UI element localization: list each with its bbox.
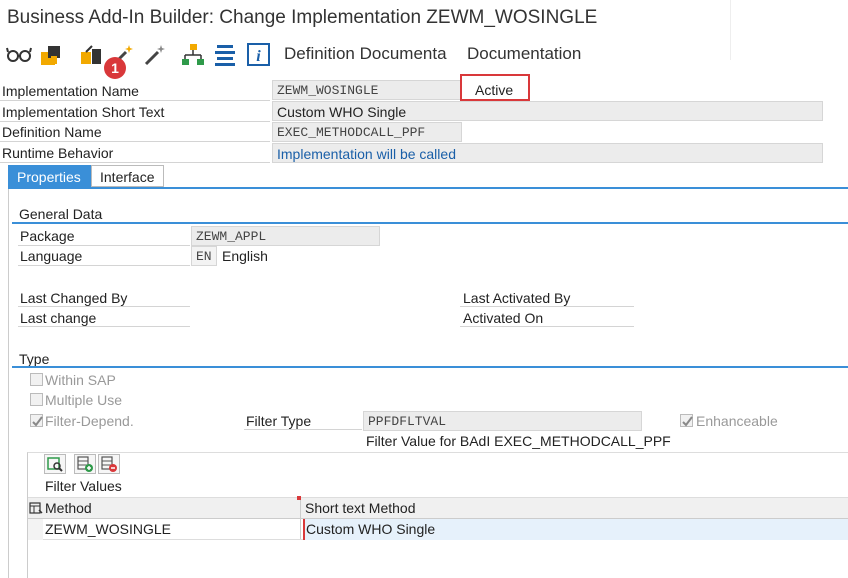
short-text-field[interactable]: Custom WHO Single <box>272 101 823 121</box>
documentation-button[interactable]: Documentation <box>467 44 581 64</box>
list-icon[interactable] <box>212 42 238 68</box>
enhanceable-label: Enhanceable <box>696 413 778 429</box>
check-icon <box>32 416 43 427</box>
runtime-label-underline <box>0 162 270 163</box>
impl-name-label-underline <box>0 100 270 101</box>
last-activated-by-underline <box>460 306 634 307</box>
runtime-field: Implementation will be called <box>272 143 823 163</box>
column-settings-icon[interactable] <box>29 501 43 515</box>
filter-depend-label: Filter-Depend. <box>45 413 134 429</box>
within-sap-checkbox[interactable] <box>30 373 43 386</box>
type-divider <box>12 366 848 368</box>
last-activated-by-label: Last Activated By <box>463 290 571 306</box>
table-toolbar <box>28 453 848 475</box>
filter-type-field[interactable]: PPFDFLTVAL <box>363 411 642 431</box>
tab-interface-label: Interface <box>100 169 155 185</box>
tab-content-border <box>8 189 9 578</box>
def-name-label-underline <box>0 141 270 142</box>
general-data-title: General Data <box>19 206 103 222</box>
row-selector[interactable] <box>28 519 43 540</box>
info-icon[interactable]: i <box>246 42 272 68</box>
activated-on-label: Activated On <box>463 310 544 326</box>
status-box: Active <box>460 74 530 101</box>
other-object-icon[interactable] <box>78 42 104 68</box>
row-short-text-cell[interactable]: Custom WHO Single <box>306 521 435 537</box>
filter-type-underline <box>244 429 362 430</box>
definition-documentation-button[interactable]: Definition Documenta <box>284 44 447 64</box>
sort-marker-icon <box>297 496 301 500</box>
status-text: Active <box>475 82 514 98</box>
def-name-label: Definition Name <box>2 124 102 140</box>
tab-interface[interactable]: Interface <box>91 165 164 187</box>
check-icon <box>682 416 693 427</box>
last-changed-by-label: Last Changed By <box>20 290 128 306</box>
notification-badge: 1 <box>104 57 126 79</box>
column-header-method[interactable]: Method <box>45 500 92 516</box>
row-method-cell[interactable]: ZEWM_WOSINGLE <box>45 521 171 537</box>
activated-on-underline <box>460 326 634 327</box>
insert-row-icon[interactable] <box>74 454 96 474</box>
filter-depend-checkbox[interactable] <box>30 414 43 427</box>
deactivate-wand-icon[interactable] <box>142 42 168 68</box>
table-header-row <box>28 497 848 519</box>
last-change-underline <box>18 326 190 327</box>
short-text-label-underline <box>0 121 270 122</box>
package-field[interactable]: ZEWM_APPL <box>191 226 380 246</box>
glasses-icon[interactable] <box>6 42 32 68</box>
language-text: English <box>222 248 268 264</box>
tab-strip-line <box>8 187 848 189</box>
svg-text:i: i <box>256 48 261 65</box>
def-name-field[interactable]: EXEC_METHODCALL_PPF <box>272 122 462 142</box>
impl-name-label: Implementation Name <box>2 83 139 99</box>
short-text-label: Implementation Short Text <box>2 104 165 120</box>
filter-value-caption: Filter Value for BAdI EXEC_METHODCALL_PP… <box>366 433 671 449</box>
last-changed-by-underline <box>18 306 190 307</box>
package-label-underline <box>18 245 190 246</box>
multiple-use-label: Multiple Use <box>45 392 123 408</box>
enhanceable-checkbox[interactable] <box>680 414 693 427</box>
title-panel-right <box>730 0 848 60</box>
language-label: Language <box>20 248 83 264</box>
hierarchy-icon[interactable] <box>180 42 206 68</box>
column-header-short-text[interactable]: Short text Method <box>305 500 416 516</box>
general-data-divider <box>12 222 848 224</box>
window-title: Business Add-In Builder: Change Implemen… <box>7 7 598 28</box>
delete-row-icon[interactable] <box>98 454 120 474</box>
within-sap-label: Within SAP <box>45 372 116 388</box>
badge-count: 1 <box>111 60 119 76</box>
last-change-label: Last change <box>20 310 97 326</box>
filter-type-label: Filter Type <box>246 413 312 429</box>
package-label: Package <box>20 228 75 244</box>
impl-name-field[interactable]: ZEWM_WOSINGLE <box>272 80 462 100</box>
language-code-field[interactable]: EN <box>191 246 217 266</box>
tab-properties-label: Properties <box>17 169 81 185</box>
language-label-underline <box>18 265 190 266</box>
runtime-label: Runtime Behavior <box>2 145 114 161</box>
filter-values-title: Filter Values <box>45 478 122 494</box>
multiple-use-checkbox[interactable] <box>30 393 43 406</box>
transport-icon[interactable] <box>38 42 64 68</box>
tab-properties[interactable]: Properties <box>8 165 91 187</box>
details-icon[interactable] <box>44 454 66 474</box>
type-title: Type <box>19 351 50 367</box>
